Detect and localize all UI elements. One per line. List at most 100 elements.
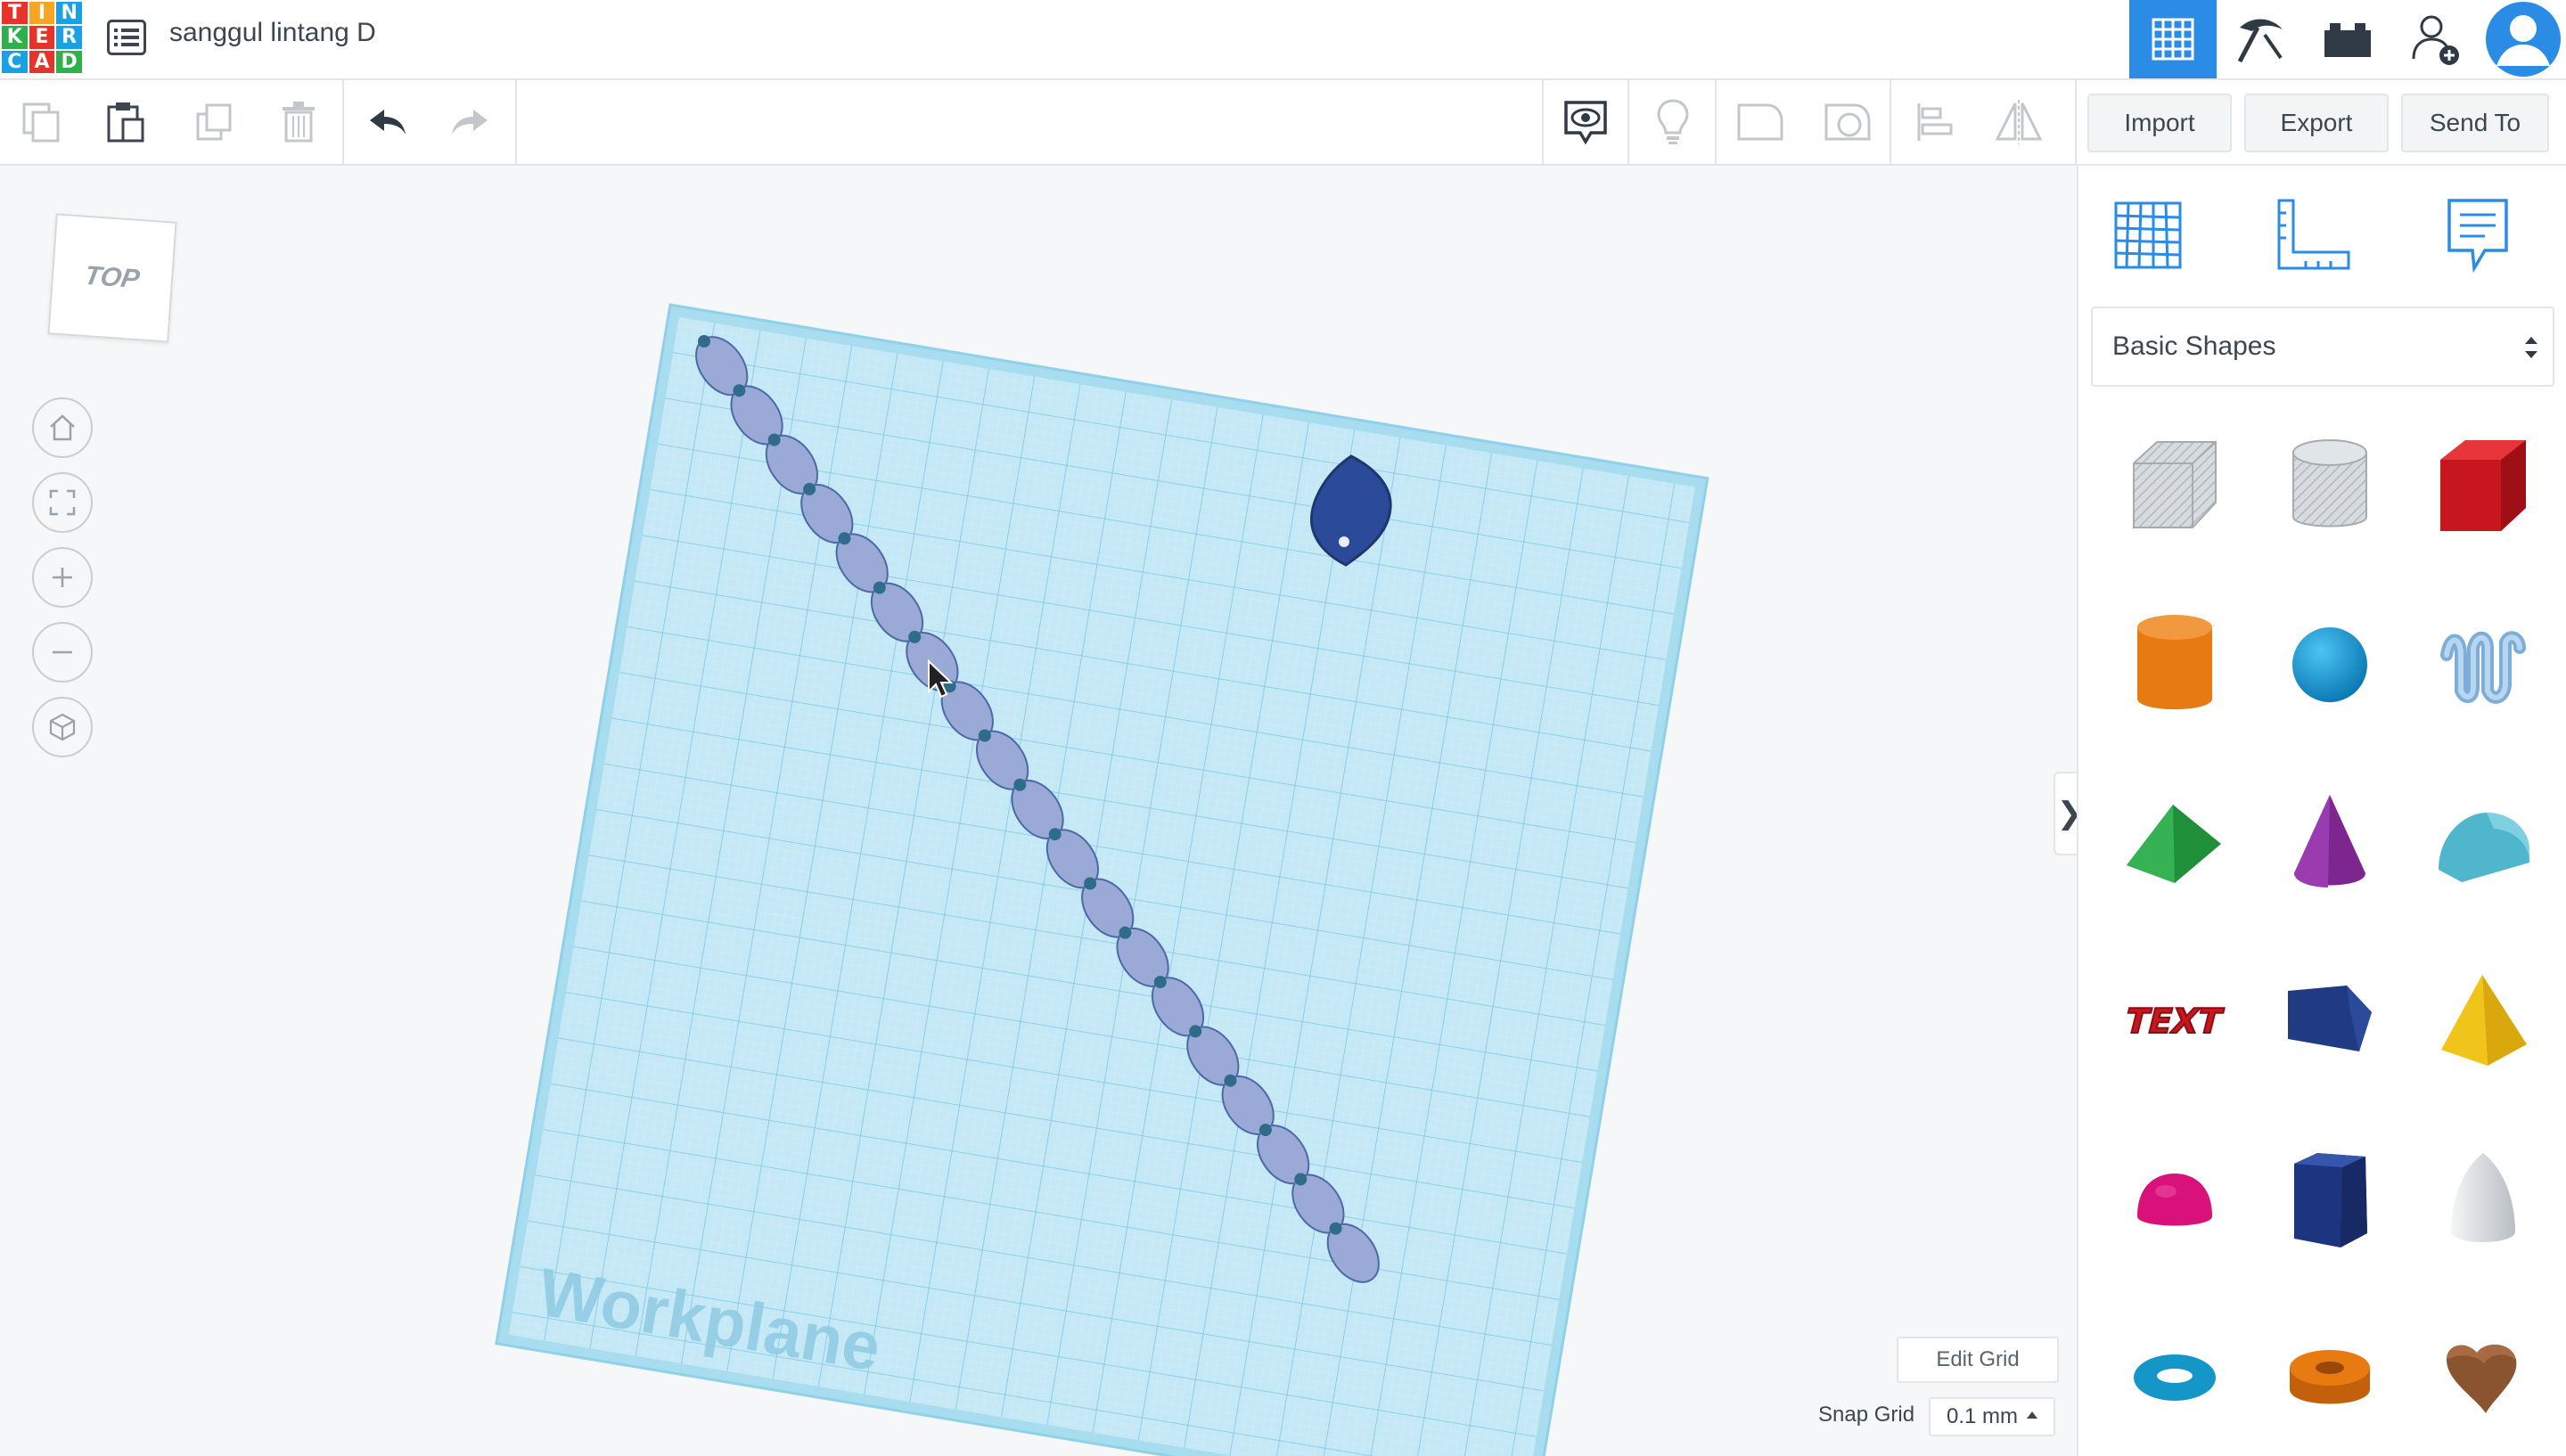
home-view-icon: [50, 414, 75, 441]
box-icon: [2440, 440, 2526, 531]
import-button[interactable]: Import: [2087, 94, 2232, 152]
redo-icon: [452, 110, 488, 135]
shape-library-select[interactable]: Basic Shapes: [2091, 307, 2554, 387]
zoom-out-button[interactable]: [32, 622, 93, 683]
shape-hole-icon: [1737, 103, 1783, 141]
cone-shape[interactable]: [2267, 781, 2392, 905]
select-arrows-icon: [2525, 337, 2537, 358]
group-button[interactable]: [1815, 89, 1881, 155]
edit-toolbar: Import Export Send To: [0, 80, 2566, 166]
paste-icon: [107, 102, 144, 143]
polygon-shape[interactable]: [2267, 1137, 2392, 1262]
design-list-button[interactable]: [105, 16, 148, 59]
top-bar: T I N K E R C A D sanggul lintang D: [0, 0, 2566, 80]
bricks-icon: [2324, 23, 2371, 57]
torus-shape[interactable]: [2112, 1315, 2237, 1440]
tab-notes[interactable]: [2415, 182, 2540, 289]
chain-joint: [873, 581, 886, 594]
text-shape-label: TEXT: [2121, 1002, 2226, 1042]
mirror-button[interactable]: [1986, 89, 2052, 155]
zoom-out-icon: [53, 650, 72, 654]
tab-ruler[interactable]: [2251, 182, 2376, 289]
align-button[interactable]: [1902, 89, 1968, 155]
toolbar-divider: [1542, 80, 1544, 164]
user-avatar-button[interactable]: [2479, 0, 2566, 78]
logo-letter: D: [56, 50, 82, 73]
tab-workplane[interactable]: [2086, 182, 2210, 289]
half-sphere-shape[interactable]: [2112, 1137, 2237, 1262]
logo-letter: N: [56, 2, 82, 25]
chain-joint: [1329, 1222, 1342, 1235]
paraboloid-icon: [2451, 1153, 2515, 1242]
shape-hole-button[interactable]: [1727, 89, 1793, 155]
edit-grid-button[interactable]: Edit Grid: [1897, 1337, 2059, 1383]
light-bulb-button[interactable]: [1640, 89, 1706, 155]
bricks-button[interactable]: [2304, 0, 2391, 78]
scribble-shape[interactable]: [2421, 602, 2546, 727]
paraboloid-shape[interactable]: [2421, 1137, 2546, 1262]
shapes-panel: Basic Shapes TEXT: [2077, 166, 2566, 1456]
3d-design-view-button[interactable]: [2129, 0, 2217, 78]
chain-joint: [698, 335, 710, 348]
snap-grid-value: 0.1 mm: [1947, 1404, 2019, 1428]
logo-letter: R: [56, 26, 82, 49]
undo-button[interactable]: [355, 89, 421, 155]
export-button[interactable]: Export: [2244, 94, 2389, 152]
round-roof-shape[interactable]: [2421, 781, 2546, 905]
send-to-button[interactable]: Send To: [2401, 94, 2549, 152]
box-hole-shape[interactable]: [2112, 424, 2237, 549]
prism-shape[interactable]: [2267, 959, 2392, 1084]
chain-joint: [1258, 1124, 1272, 1137]
header-actions: [2129, 0, 2566, 78]
codeblocks-button[interactable]: [2217, 0, 2304, 78]
mirror-icon: [1995, 100, 2043, 144]
trash-icon: [283, 102, 315, 143]
light-bulb-icon: [1657, 99, 1689, 144]
notes-icon: [2447, 199, 2508, 274]
home-view-button[interactable]: [32, 397, 93, 458]
cylinder-hole-shape[interactable]: [2267, 424, 2392, 549]
chain-joint: [838, 532, 851, 545]
perspective-button[interactable]: [32, 697, 93, 757]
delete-button[interactable]: [266, 89, 332, 155]
chain-joint: [1013, 778, 1027, 791]
logo-letter: T: [2, 2, 28, 25]
design-viewport[interactable]: Workplane TOP: [0, 166, 2075, 1456]
project-title[interactable]: sanggul lintang D: [169, 18, 376, 48]
tinkercad-logo[interactable]: T I N K E R C A D: [2, 2, 82, 73]
view-cube[interactable]: TOP: [47, 213, 177, 343]
tube-icon: [2290, 1350, 2370, 1404]
box-shape[interactable]: [2421, 424, 2546, 549]
sphere-shape[interactable]: [2267, 602, 2392, 727]
paste-button[interactable]: [93, 89, 159, 155]
chain-joint: [1224, 1074, 1237, 1087]
roof-shape[interactable]: [2112, 781, 2237, 905]
fit-view-icon: [49, 489, 76, 516]
invite-user-button[interactable]: [2391, 0, 2479, 78]
fit-view-button[interactable]: [32, 472, 93, 533]
logo-letter: E: [29, 26, 55, 49]
zoom-in-button[interactable]: [32, 547, 93, 608]
shape-library-label: Basic Shapes: [2112, 331, 2276, 361]
list-icon: [107, 20, 146, 55]
text-shape[interactable]: TEXT: [2112, 959, 2237, 1084]
half-sphere-icon: [2137, 1174, 2212, 1226]
workplane-canvas[interactable]: Workplane: [0, 166, 2075, 1456]
logo-letter: K: [2, 26, 28, 49]
logo-letter: A: [29, 50, 55, 73]
tube-shape[interactable]: [2267, 1315, 2392, 1440]
copy-button[interactable]: [9, 89, 75, 155]
logo-letter: I: [29, 2, 55, 25]
heart-shape[interactable]: [2421, 1315, 2546, 1440]
chain-joint: [767, 433, 781, 446]
chain-joint: [733, 384, 746, 397]
notes-visibility-button[interactable]: [1553, 89, 1619, 155]
duplicate-button[interactable]: [182, 89, 248, 155]
cylinder-shape[interactable]: [2112, 602, 2237, 727]
chain-joint: [1153, 976, 1167, 989]
snap-grid-select[interactable]: 0.1 mm: [1929, 1397, 2055, 1436]
redo-button[interactable]: [437, 89, 503, 155]
pyramid-shape[interactable]: [2421, 959, 2546, 1084]
cylinder-hole-icon: [2292, 439, 2367, 528]
chain-joint: [1048, 828, 1062, 841]
